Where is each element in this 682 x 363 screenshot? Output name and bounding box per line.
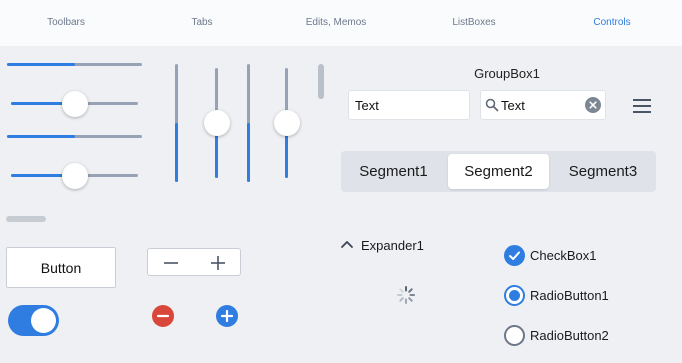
hslider-2[interactable] [11,90,138,118]
toggle-knob [31,308,56,333]
expander-label: Expander1 [361,237,424,253]
hamburger-menu-icon[interactable] [633,98,651,114]
tab-tabs[interactable]: Tabs [191,17,212,28]
horizontal-scrollbar[interactable] [6,216,46,222]
text-edit-value: Text [355,97,379,113]
text-edit[interactable]: Text [348,90,470,120]
radio-button-1[interactable]: RadioButton1 [504,284,609,306]
slider-thumb[interactable] [204,110,230,136]
search-edit[interactable]: Text [480,90,606,120]
tab-toolbars[interactable]: Toolbars [47,17,85,28]
vslider-3[interactable] [243,64,253,182]
hslider-4[interactable] [11,162,138,190]
search-edit-value: Text [501,97,525,113]
radio-indicator [504,324,525,346]
delete-circle-icon[interactable] [152,305,174,327]
checkbox-1[interactable]: CheckBox1 [504,244,596,266]
slider-thumb[interactable] [274,110,300,136]
tab-listboxes[interactable]: ListBoxes [452,17,495,28]
checkbox-label: CheckBox1 [530,247,597,263]
slider-thumb[interactable] [61,163,88,189]
add-circle-icon[interactable] [216,305,238,327]
clear-icon[interactable] [585,97,601,113]
chevron-up-icon [340,236,354,254]
radio-indicator [504,284,525,306]
vslider-2[interactable] [203,68,231,178]
spinner-icon [396,285,416,305]
tab-controls[interactable]: Controls [593,17,630,28]
hslider-3[interactable] [7,131,142,141]
vertical-scrollbar[interactable] [318,64,324,99]
plus-icon[interactable] [208,253,228,273]
segment-3[interactable]: Segment3 [553,154,653,189]
radio-label: RadioButton1 [530,287,609,303]
radio-label: RadioButton2 [530,327,609,343]
expander-header[interactable]: Expander1 [340,236,424,254]
stepper [147,248,241,276]
minus-icon[interactable] [161,253,181,273]
slider-thumb[interactable] [61,91,88,117]
vslider-1[interactable] [171,64,181,182]
segment-2[interactable]: Segment2 [448,154,549,189]
button[interactable]: Button [6,247,116,288]
vslider-4[interactable] [273,68,301,178]
checkbox-check-icon [504,244,525,266]
segmented-control: Segment1 Segment2 Segment3 [341,151,656,192]
top-tab-bar: Toolbars Tabs Edits, Memos ListBoxes Con… [0,0,682,46]
tab-edits-memos[interactable]: Edits, Memos [306,17,367,28]
radio-button-2[interactable]: RadioButton2 [504,324,609,346]
search-icon [485,98,499,112]
groupbox-title: GroupBox1 [474,66,540,81]
toggle-switch[interactable] [8,305,59,336]
segment-1[interactable]: Segment1 [344,154,443,189]
hslider-1[interactable] [7,59,142,69]
